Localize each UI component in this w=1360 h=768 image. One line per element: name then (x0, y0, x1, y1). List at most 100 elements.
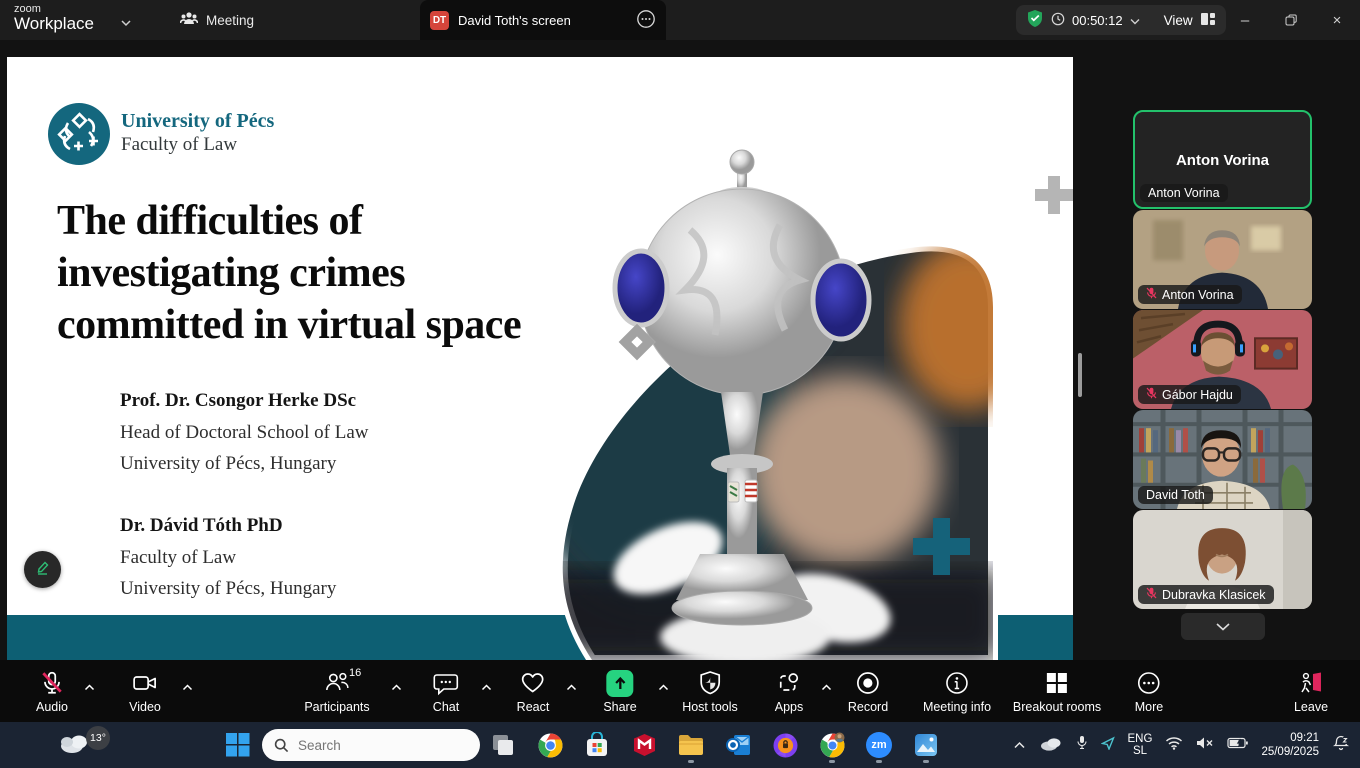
participant-tile-active[interactable]: Anton Vorina Anton Vorina (1133, 110, 1312, 209)
apps-button[interactable]: Apps (775, 669, 804, 714)
record-label: Record (848, 700, 888, 714)
video-options-chevron[interactable] (182, 678, 193, 696)
participant-name-chip: Dubravka Klasicek (1138, 585, 1274, 604)
filmstrip-next-page-button[interactable] (1181, 613, 1265, 640)
share-button[interactable]: Share (603, 669, 636, 714)
task-view-icon[interactable] (488, 728, 518, 762)
outlook-icon[interactable] (723, 728, 753, 762)
zm-logo: zm (866, 732, 892, 758)
chrome-profile-icon[interactable] (817, 728, 847, 762)
meeting-timer[interactable]: 00:50:12 (1072, 13, 1123, 28)
breakout-rooms-button[interactable]: Breakout rooms (1013, 669, 1101, 714)
close-button[interactable]: × (1314, 0, 1360, 40)
window-controls: – × (1222, 0, 1360, 40)
apps-icon (776, 669, 802, 697)
react-button[interactable]: React (517, 669, 550, 714)
slide-title-line: The difficulties of (57, 195, 521, 247)
author-affiliation: University of Pécs, Hungary (120, 448, 369, 480)
onedrive-icon[interactable] (1039, 735, 1063, 756)
taskbar-search[interactable] (262, 729, 480, 761)
participant-tile[interactable]: Gábor Hajdu (1133, 310, 1312, 409)
participant-tile[interactable]: Dubravka Klasicek (1133, 510, 1312, 609)
battery-charging-icon[interactable] (1227, 736, 1248, 754)
react-label: React (517, 700, 550, 714)
share-label: Share (603, 700, 636, 714)
chat-label: Chat (433, 700, 459, 714)
mcafee-icon[interactable] (629, 728, 659, 762)
more-label: More (1135, 700, 1163, 714)
language-indicator[interactable]: ENG SL (1128, 733, 1153, 757)
trophy-photo (540, 140, 1000, 660)
author-role: Faculty of Law (120, 542, 336, 574)
author-block-1: Prof. Dr. Csongor Herke DSc Head of Doct… (120, 385, 369, 480)
taskbar-clock[interactable]: 09:21 25/09/2025 (1261, 731, 1319, 759)
timer-chevron-down-icon[interactable] (1130, 13, 1140, 28)
tab-options-ellipsis-icon[interactable] (636, 9, 656, 32)
restore-button[interactable] (1268, 0, 1314, 40)
wifi-icon[interactable] (1165, 736, 1183, 755)
annotate-pencil-button[interactable] (24, 551, 61, 588)
photos-app-icon[interactable] (911, 728, 941, 762)
tab-meeting[interactable]: Meeting (170, 0, 264, 40)
participants-options-chevron[interactable] (391, 678, 402, 696)
participant-tile[interactable]: David Toth (1133, 410, 1312, 509)
react-options-chevron[interactable] (566, 678, 577, 696)
meeting-info-label: Meeting info (923, 700, 991, 714)
audio-button[interactable]: Audio (36, 669, 68, 714)
notification-bell-dnd-icon[interactable] (1332, 734, 1350, 757)
clock-time: 09:21 (1261, 731, 1319, 745)
chrome-icon[interactable] (535, 728, 565, 762)
file-explorer-icon[interactable] (676, 728, 706, 762)
chevron-down-icon[interactable] (120, 14, 132, 32)
tab-meeting-label: Meeting (206, 13, 254, 28)
dt-avatar-badge: DT (430, 11, 449, 30)
host-tools-button[interactable]: Host tools (682, 669, 738, 714)
location-in-use-icon[interactable] (1101, 736, 1115, 755)
chat-button[interactable]: Chat (433, 669, 459, 714)
author-role: Head of Doctoral School of Law (120, 417, 369, 449)
windows-logo-icon (225, 732, 250, 757)
view-layout-icon[interactable] (1200, 12, 1216, 29)
start-button[interactable] (225, 732, 250, 762)
heart-icon (520, 669, 546, 697)
share-options-chevron[interactable] (658, 678, 669, 696)
panel-resize-handle[interactable] (1078, 353, 1082, 397)
participants-group-icon (180, 11, 198, 30)
taskbar-weather-widget[interactable]: 13° (58, 728, 114, 762)
volume-muted-icon[interactable] (1196, 736, 1214, 755)
minimize-button[interactable]: – (1222, 0, 1268, 40)
security-shield-icon[interactable] (1026, 9, 1044, 31)
leave-button[interactable]: Leave (1294, 669, 1328, 714)
info-icon (944, 669, 970, 697)
language-line1: ENG (1128, 733, 1153, 745)
video-button[interactable]: Video (129, 669, 161, 714)
chat-options-chevron[interactable] (481, 678, 492, 696)
meeting-info-button[interactable]: Meeting info (923, 669, 991, 714)
more-ellipsis-icon (1136, 669, 1162, 697)
audio-options-chevron[interactable] (84, 678, 95, 696)
microsoft-store-icon[interactable] (582, 728, 612, 762)
search-input[interactable] (298, 738, 448, 753)
chevron-down-icon (1215, 622, 1231, 631)
tab-shared-screen[interactable]: DT David Toth's screen (420, 0, 666, 40)
system-tray: ENG SL 09:21 25/09/2025 (1013, 722, 1360, 768)
participants-label: Participants (304, 700, 369, 714)
author-name: Prof. Dr. Csongor Herke DSc (120, 385, 369, 417)
view-button-label[interactable]: View (1164, 13, 1193, 28)
zoom-app-icon[interactable]: zm (864, 728, 894, 762)
clock-icon (1051, 12, 1065, 29)
university-logo (48, 103, 110, 165)
zoom-meeting-window: zoom Workplace Meeting DT David Toth's s… (0, 0, 1360, 768)
more-button[interactable]: More (1135, 669, 1163, 714)
meeting-status-pill: 00:50:12 View (1016, 5, 1226, 35)
participant-tile[interactable]: Anton Vorina (1133, 210, 1312, 309)
avast-browser-icon[interactable] (770, 728, 800, 762)
tray-overflow-chevron[interactable] (1013, 736, 1026, 754)
zoom-workplace-logo[interactable]: zoom Workplace (14, 3, 94, 33)
mic-in-use-icon[interactable] (1076, 735, 1088, 755)
windows-taskbar: 13° (0, 722, 1360, 768)
participants-button[interactable]: 16 Participants (304, 669, 369, 714)
clock-date: 25/09/2025 (1261, 745, 1319, 759)
apps-options-chevron[interactable] (821, 678, 832, 696)
record-button[interactable]: Record (848, 669, 888, 714)
